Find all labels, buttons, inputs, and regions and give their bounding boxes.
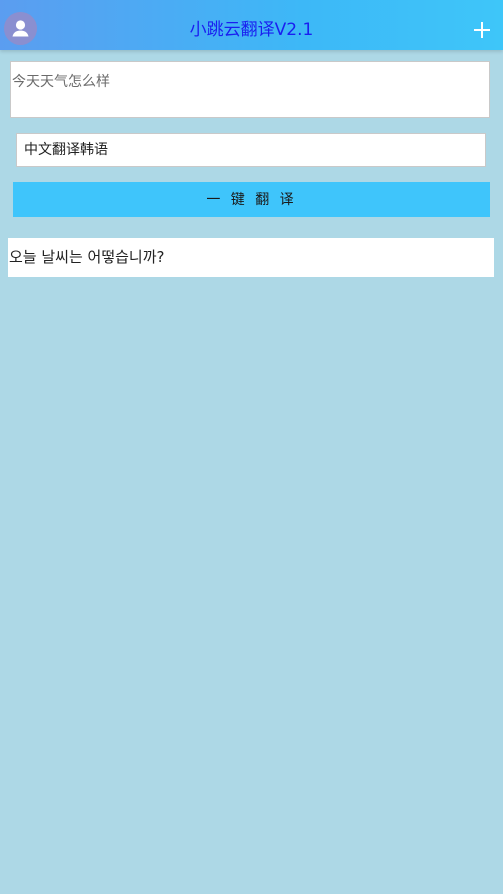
app-bar: 小跳云翻译V2.1 xyxy=(0,0,503,50)
translation-result: 오늘 날씨는 어떻습니까? xyxy=(8,238,494,277)
user-avatar[interactable] xyxy=(4,12,37,45)
app-title: 小跳云翻译V2.1 xyxy=(189,20,314,40)
user-avatar-icon xyxy=(4,12,37,45)
add-button[interactable] xyxy=(468,16,496,44)
plus-icon xyxy=(474,22,490,38)
source-text-input[interactable]: 今天天气怎么样 xyxy=(10,61,490,118)
translate-button[interactable]: 一 键 翻 译 xyxy=(13,182,490,217)
language-direction-field[interactable]: 中文翻译韩语 xyxy=(16,133,486,167)
